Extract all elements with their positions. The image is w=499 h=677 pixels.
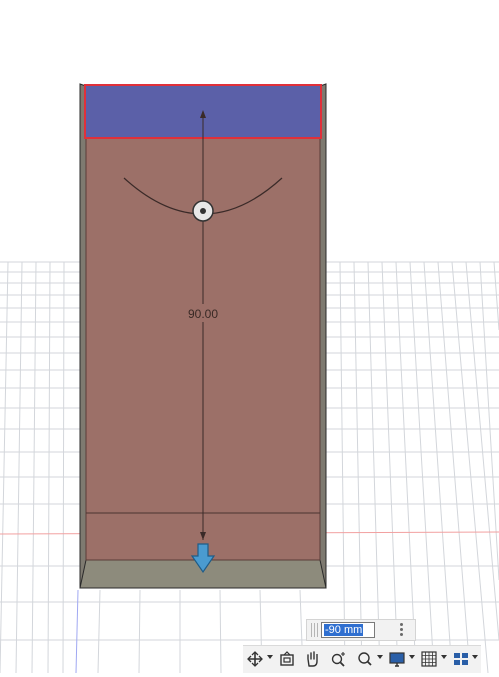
fit-icon[interactable] [357, 650, 373, 670]
rotate-handle-center [200, 208, 206, 214]
box-left-side [79, 83, 87, 589]
zoom-icon[interactable] [331, 650, 347, 670]
viewports-icon[interactable] [453, 650, 469, 670]
orbit-menu-caret[interactable] [267, 655, 273, 659]
orbit-icon[interactable] [247, 650, 263, 670]
navigation-toolbar [243, 645, 481, 673]
dimension-label: 90.00 [188, 307, 218, 321]
dimension-input-box: -90 mm [306, 619, 416, 641]
dimension-value: -90 mm [324, 624, 364, 636]
dimension-value-field[interactable]: -90 mm [321, 622, 375, 638]
fit-menu-caret[interactable] [377, 655, 383, 659]
box-right-side [319, 83, 327, 589]
model-canvas[interactable]: 90.00 [0, 0, 499, 674]
grid-menu-caret[interactable] [441, 655, 447, 659]
look-at-icon[interactable] [279, 650, 295, 670]
display-settings-icon[interactable] [389, 650, 405, 670]
more-options-icon[interactable] [400, 623, 404, 637]
drag-grip-icon[interactable] [311, 623, 319, 637]
canvas-viewport[interactable]: 90.00 -90 mm [0, 0, 499, 674]
grid-snaps-icon[interactable] [421, 650, 437, 670]
pan-hand-icon[interactable] [305, 650, 321, 670]
display-menu-caret[interactable] [409, 655, 415, 659]
viewports-menu-caret[interactable] [472, 655, 478, 659]
